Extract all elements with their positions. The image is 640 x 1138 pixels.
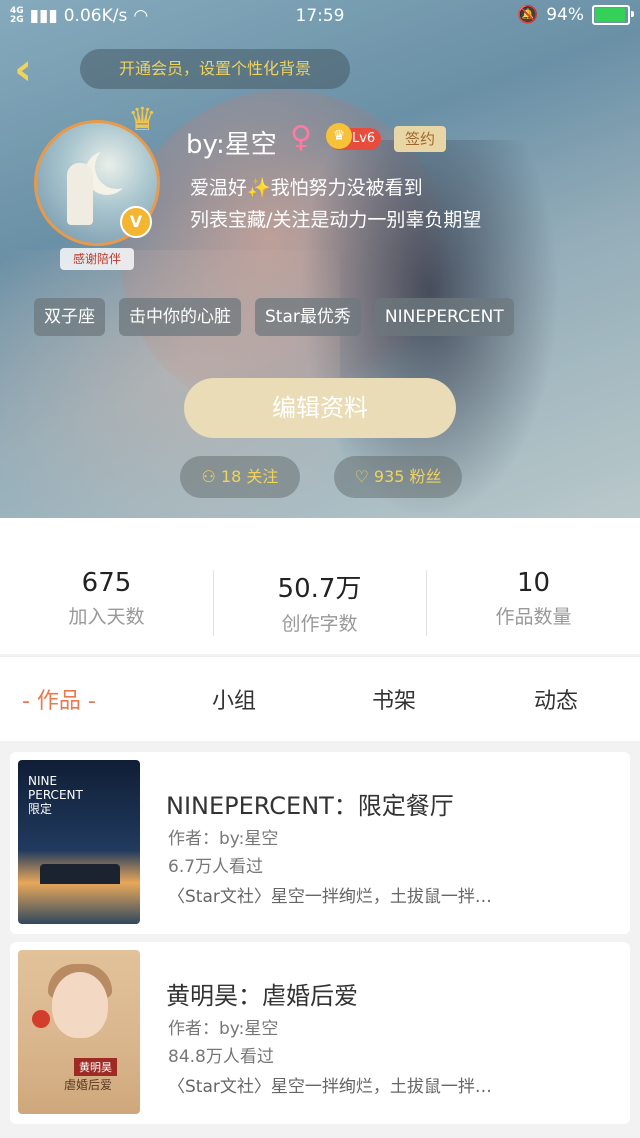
book-cover: 黄明昊 虐婚后爱 bbox=[18, 950, 140, 1114]
work-card[interactable]: NINE PERCENT 限定 NINEPERCENT：限定餐厅 作者：by:星… bbox=[10, 752, 630, 934]
nickname: by:星空 bbox=[186, 130, 277, 160]
thanks-badge: 感谢陪伴 bbox=[60, 248, 134, 270]
work-description: 〈Star文社〉星空一拌绚烂，土拔鼠一拌… bbox=[168, 887, 492, 907]
stats-panel: 675 加入天数 50.7万 创作字数 10 作品数量 bbox=[0, 518, 640, 654]
profile-tags: 双子座 击中你的心脏 Star最优秀 NINEPERCENT bbox=[34, 298, 514, 336]
work-views: 84.8万人看过 bbox=[168, 1047, 274, 1067]
work-description: 〈Star文社〉星空一拌绚烂，土拔鼠一拌… bbox=[168, 1077, 492, 1097]
work-card[interactable]: 黄明昊 虐婚后爱 黄明昊：虐婚后爱 作者：by:星空 84.8万人看过 〈Sta… bbox=[10, 942, 630, 1124]
work-title: 黄明昊：虐婚后爱 bbox=[166, 982, 358, 1010]
work-views: 6.7万人看过 bbox=[168, 857, 264, 877]
heart-icon: ♡ bbox=[354, 467, 369, 486]
tab-works[interactable]: - 作品 - bbox=[22, 683, 96, 715]
moon-icon bbox=[95, 145, 139, 189]
tab-groups[interactable]: 小组 bbox=[212, 683, 256, 715]
work-author: 作者：by:星空 bbox=[168, 1019, 279, 1039]
crown-icon: ♛ bbox=[128, 100, 157, 138]
profile-tabs: - 作品 - 小组 书架 动态 bbox=[0, 656, 640, 741]
book-cover: NINE PERCENT 限定 bbox=[18, 760, 140, 924]
female-gender-icon: ♀ bbox=[290, 120, 312, 155]
chevron-left-icon: ‹ bbox=[14, 44, 33, 95]
fans-button[interactable]: ♡ 935 粉丝 bbox=[334, 456, 462, 498]
tag-heart[interactable]: 击中你的心脏 bbox=[119, 298, 241, 336]
signed-author-badge: 签约 bbox=[394, 126, 446, 152]
tag-star[interactable]: Star最优秀 bbox=[255, 298, 361, 336]
bio: 爱温好✨我怕努力没被看到 列表宝藏/关注是动力一别辜负期望 bbox=[190, 177, 482, 231]
tab-bookshelf[interactable]: 书架 bbox=[372, 683, 416, 715]
battery-icon bbox=[592, 5, 634, 25]
back-button[interactable]: ‹ bbox=[14, 48, 54, 92]
work-author: 作者：by:星空 bbox=[168, 829, 279, 849]
mute-bell-icon: 🔕 bbox=[517, 5, 539, 25]
add-user-icon: ⚇ bbox=[201, 467, 216, 486]
status-bar: 4G 2G ▮▮▮ 0.06K/s ◠ 17:59 🔕 94% bbox=[0, 0, 640, 32]
edit-profile-button[interactable]: 编辑资料 bbox=[184, 378, 456, 438]
tag-zodiac[interactable]: 双子座 bbox=[34, 298, 105, 336]
level-badge: ♛ Lv6 bbox=[326, 123, 382, 150]
following-button[interactable]: ⚇ 18 关注 bbox=[180, 456, 300, 498]
battery-percent: 94% bbox=[546, 5, 584, 25]
vip-banner[interactable]: 开通会员，设置个性化背景 bbox=[80, 49, 350, 89]
stat-word-count: 50.7万 创作字数 bbox=[277, 574, 362, 635]
tag-ninepercent[interactable]: NINEPERCENT bbox=[374, 298, 514, 336]
verified-badge: V bbox=[120, 206, 152, 238]
tab-activity[interactable]: 动态 bbox=[534, 683, 578, 715]
stat-join-days: 675 加入天数 bbox=[68, 568, 145, 628]
crown-icon: ♛ bbox=[326, 123, 352, 149]
stat-works-count: 10 作品数量 bbox=[495, 568, 572, 628]
work-title: NINEPERCENT：限定餐厅 bbox=[166, 792, 454, 820]
